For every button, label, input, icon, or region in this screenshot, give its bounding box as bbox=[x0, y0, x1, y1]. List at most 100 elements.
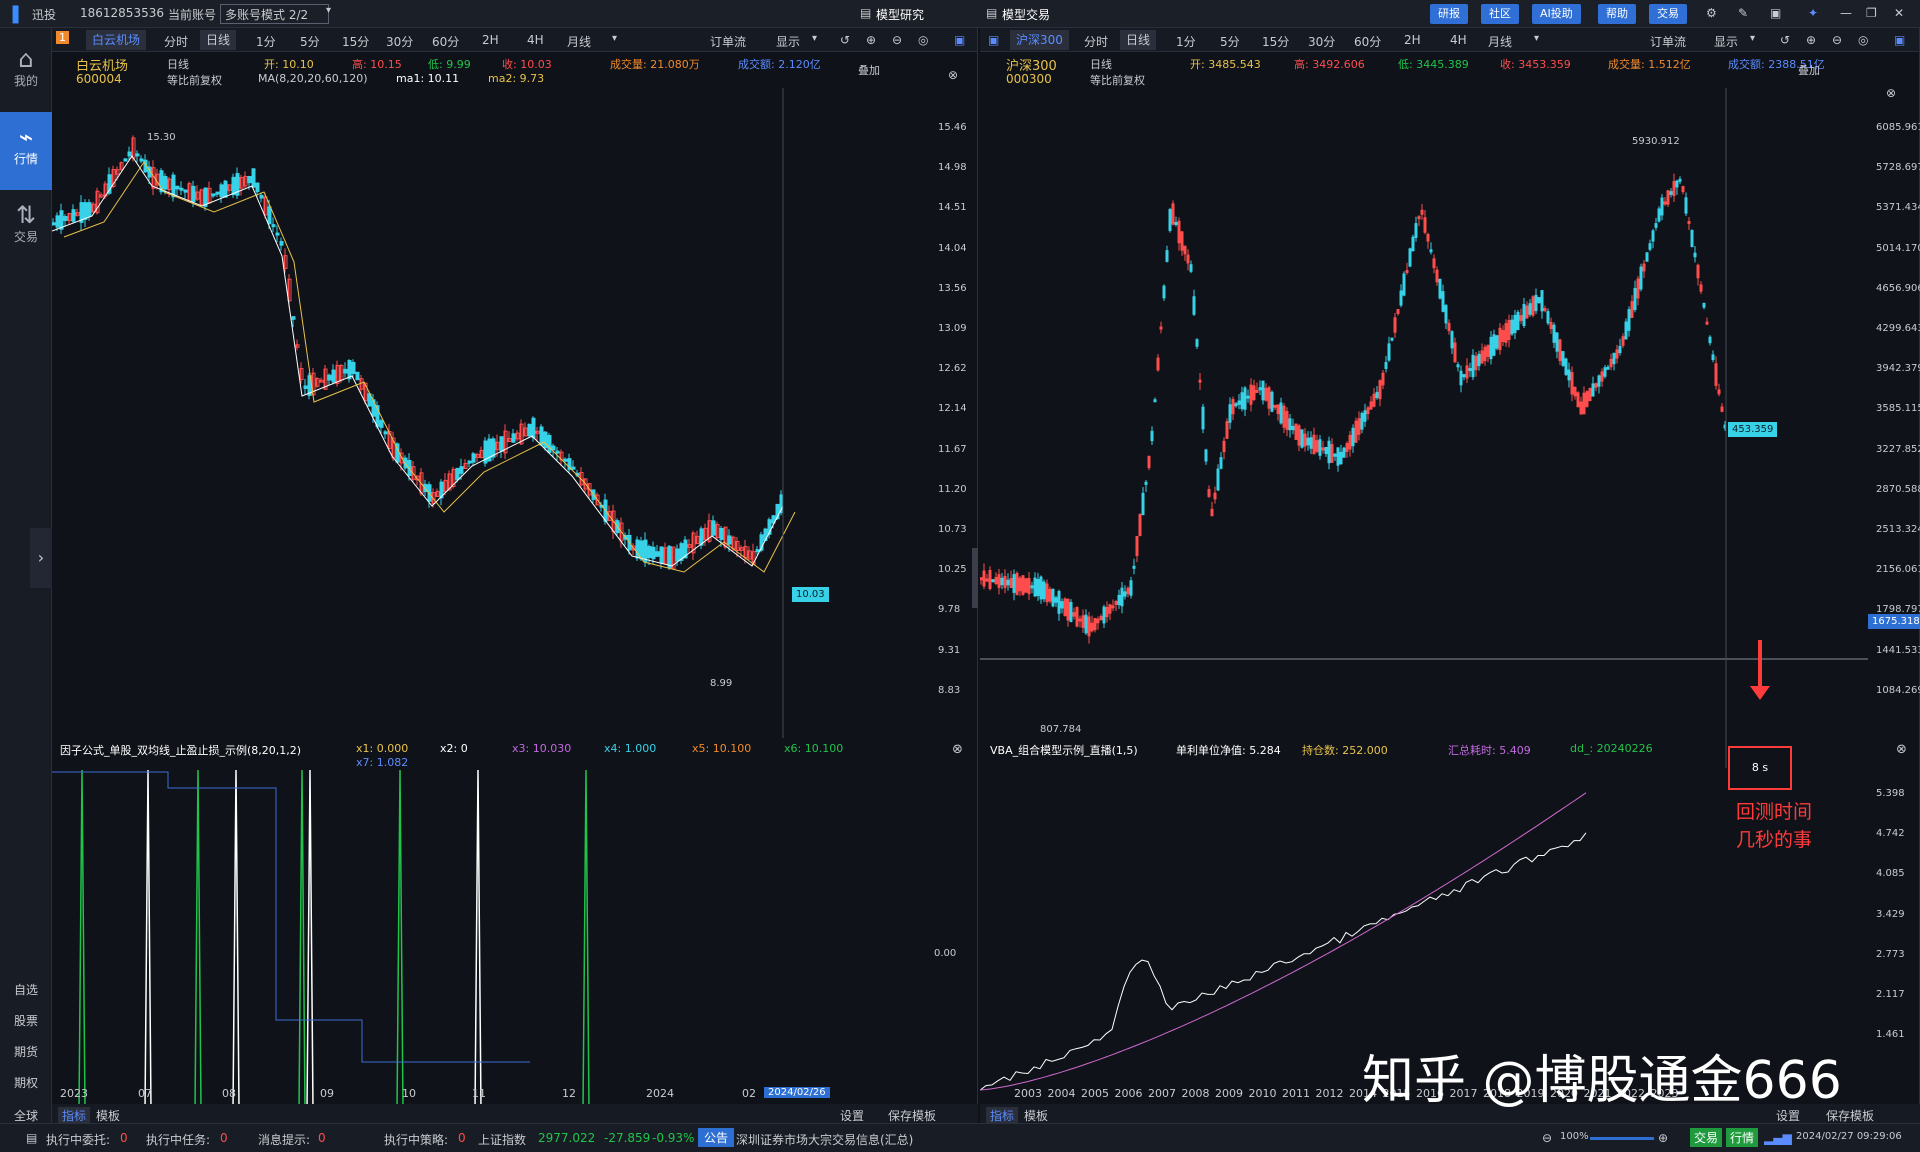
sidebar-watchlist[interactable]: 自选 bbox=[0, 981, 52, 998]
tf-1m[interactable]: 1分 bbox=[1176, 33, 1196, 50]
panel-toggle-icon[interactable]: ▣ bbox=[1894, 33, 1905, 47]
overlay-button[interactable]: 叠加 bbox=[1798, 62, 1820, 78]
tf-monthly[interactable]: 月线 bbox=[567, 33, 591, 50]
display-tab[interactable]: 显示 bbox=[776, 33, 800, 50]
tf-5m[interactable]: 5分 bbox=[300, 33, 320, 50]
candle-body bbox=[1162, 285, 1166, 299]
close-subchart-icon[interactable]: ⊗ bbox=[952, 742, 963, 757]
tab-research[interactable]: 模型研究 bbox=[876, 6, 924, 23]
exec-order-label[interactable]: 执行中委托: bbox=[46, 1131, 110, 1148]
account-mode-select[interactable]: 多账号模式 2/2 bbox=[220, 4, 330, 24]
chevron-down-icon[interactable]: ▾ bbox=[612, 33, 617, 44]
order-flow-tab[interactable]: 订单流 bbox=[710, 33, 746, 50]
panel-toggle-icon[interactable]: ▣ bbox=[988, 33, 999, 47]
tf-tick[interactable]: 分时 bbox=[164, 33, 188, 50]
zoom-slider[interactable] bbox=[1590, 1137, 1654, 1140]
minimize-icon[interactable]: — bbox=[1840, 6, 1852, 20]
stock-code: 600004 bbox=[76, 72, 122, 86]
zoom-in-icon[interactable]: ⊕ bbox=[1806, 33, 1816, 47]
tf-1m[interactable]: 1分 bbox=[256, 33, 276, 50]
chevron-down-icon[interactable]: ▾ bbox=[326, 5, 331, 16]
tab-templates[interactable]: 模板 bbox=[1024, 1107, 1048, 1124]
status-bar: ▤ 执行中委托: 0 执行中任务: 0 消息提示: 0 执行中策略: 0 上证指… bbox=[0, 1123, 1920, 1152]
chevron-down-icon[interactable]: ▾ bbox=[1534, 33, 1539, 44]
tf-30m[interactable]: 30分 bbox=[1308, 33, 1335, 50]
exec-task-label[interactable]: 执行中任务: bbox=[146, 1131, 210, 1148]
gear-icon[interactable]: ⚙ bbox=[1706, 6, 1717, 20]
candle-body bbox=[219, 184, 224, 198]
collapse-icon[interactable]: ⊗ bbox=[1870, 86, 1912, 100]
tf-60m[interactable]: 60分 bbox=[432, 33, 459, 50]
tf-30m[interactable]: 30分 bbox=[386, 33, 413, 50]
ai-assist-button[interactable]: AI投助 bbox=[1532, 4, 1581, 24]
expand-panel-chevron-icon[interactable]: › bbox=[30, 528, 52, 588]
tab-templates[interactable]: 模板 bbox=[96, 1107, 120, 1124]
sidebar-global[interactable]: 全球 bbox=[0, 1107, 52, 1124]
tf-daily[interactable]: 日线 bbox=[200, 30, 237, 50]
layout-icon[interactable]: ▣ bbox=[1770, 6, 1781, 20]
tab-indicators[interactable]: 指标 bbox=[58, 1107, 91, 1124]
tab-trading[interactable]: 模型交易 bbox=[1002, 6, 1050, 23]
sidebar-stocks[interactable]: 股票 bbox=[0, 1012, 52, 1029]
index-name[interactable]: 上证指数 bbox=[478, 1131, 526, 1148]
order-flow-tab[interactable]: 订单流 bbox=[1650, 33, 1686, 50]
tf-2h[interactable]: 2H bbox=[482, 33, 499, 47]
tab-indicators[interactable]: 指标 bbox=[986, 1107, 1019, 1124]
tf-daily[interactable]: 日线 bbox=[1120, 30, 1157, 50]
refresh-icon[interactable]: ◎ bbox=[1858, 33, 1868, 47]
undo-icon[interactable]: ↺ bbox=[840, 33, 850, 47]
zoom-out-icon[interactable]: ⊖ bbox=[892, 33, 902, 47]
zoom-in-icon[interactable]: ⊕ bbox=[866, 33, 876, 47]
sidebar-item-trade[interactable]: ⇅ 交易 bbox=[0, 190, 52, 268]
trade-status-button[interactable]: 交易 bbox=[1690, 1128, 1723, 1147]
left-price-chart[interactable] bbox=[52, 88, 927, 738]
chevron-down-icon[interactable]: ▾ bbox=[1750, 33, 1755, 44]
tf-monthly[interactable]: 月线 bbox=[1488, 33, 1512, 50]
save-template-button[interactable]: 保存模板 bbox=[888, 1107, 936, 1124]
message-label[interactable]: 消息提示: bbox=[258, 1131, 310, 1148]
sidebar-item-mine[interactable]: ⌂ 我的 bbox=[0, 34, 52, 112]
candle-body bbox=[1489, 336, 1493, 360]
zoom-out-icon[interactable]: ⊖ bbox=[1542, 1131, 1552, 1145]
restore-icon[interactable]: ❐ bbox=[1866, 6, 1877, 20]
bird-icon[interactable]: ✦ bbox=[1808, 6, 1818, 20]
tab-stock-name[interactable]: 沪深300 bbox=[1010, 30, 1069, 50]
refresh-icon[interactable]: ◎ bbox=[918, 33, 928, 47]
tf-15m[interactable]: 15分 bbox=[342, 33, 369, 50]
tf-4h[interactable]: 4H bbox=[1450, 33, 1467, 47]
display-tab[interactable]: 显示 bbox=[1714, 33, 1738, 50]
quote-status-button[interactable]: 行情 bbox=[1726, 1128, 1759, 1147]
tf-5m[interactable]: 5分 bbox=[1220, 33, 1240, 50]
close-icon[interactable]: ✕ bbox=[1894, 6, 1904, 20]
candle-body bbox=[123, 158, 128, 162]
research-report-button[interactable]: 研报 bbox=[1430, 4, 1468, 24]
sidebar-options[interactable]: 期权 bbox=[0, 1074, 52, 1091]
zoom-out-icon[interactable]: ⊖ bbox=[1832, 33, 1842, 47]
tf-4h[interactable]: 4H bbox=[527, 33, 544, 47]
trade-button[interactable]: 交易 bbox=[1649, 4, 1687, 24]
splitter-handle[interactable] bbox=[972, 548, 978, 608]
edit-icon[interactable]: ✎ bbox=[1738, 6, 1748, 20]
panel-toggle-icon[interactable]: ▣ bbox=[954, 33, 965, 47]
annotation-arrow-shaft bbox=[1758, 640, 1762, 688]
tf-60m[interactable]: 60分 bbox=[1354, 33, 1381, 50]
sidebar-item-quotes[interactable]: ⌁ 行情 bbox=[0, 112, 52, 190]
tf-tick[interactable]: 分时 bbox=[1084, 33, 1108, 50]
sidebar-futures[interactable]: 期货 bbox=[0, 1043, 52, 1060]
community-button[interactable]: 社区 bbox=[1481, 4, 1519, 24]
close-subchart-icon[interactable]: ⊗ bbox=[1896, 742, 1907, 757]
notice-text[interactable]: 深圳证券市场大宗交易信息(汇总) bbox=[736, 1131, 913, 1148]
overlay-button[interactable]: 叠加 bbox=[858, 62, 880, 78]
chevron-down-icon[interactable]: ▾ bbox=[812, 33, 817, 44]
tf-2h[interactable]: 2H bbox=[1404, 33, 1421, 47]
settings-button[interactable]: 设置 bbox=[840, 1107, 864, 1124]
candle-body bbox=[1468, 368, 1472, 372]
tf-15m[interactable]: 15分 bbox=[1262, 33, 1289, 50]
low-price: 低: 9.99 bbox=[428, 58, 471, 71]
zoom-in-icon[interactable]: ⊕ bbox=[1658, 1131, 1668, 1145]
help-button[interactable]: 帮助 bbox=[1598, 4, 1636, 24]
collapse-icon[interactable]: ⊗ bbox=[932, 68, 974, 82]
exec-strategy-label[interactable]: 执行中策略: bbox=[384, 1131, 448, 1148]
tab-stock-name[interactable]: 白云机场 bbox=[86, 30, 147, 50]
undo-icon[interactable]: ↺ bbox=[1780, 33, 1790, 47]
